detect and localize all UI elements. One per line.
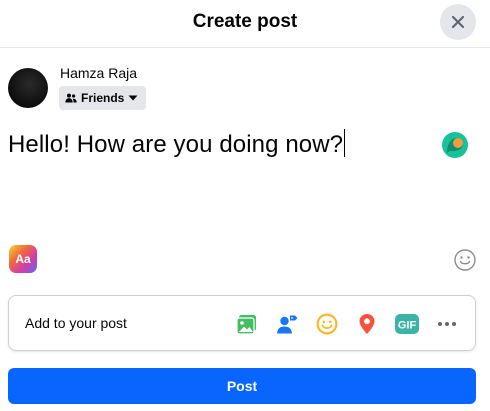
photo-video-button[interactable] xyxy=(229,308,265,340)
dialog-title: Create post xyxy=(192,11,298,32)
audience-selector[interactable]: Friends xyxy=(59,86,147,110)
author-name: Hamza Raja xyxy=(60,65,138,81)
emoji-picker-button[interactable] xyxy=(454,249,476,271)
grammarly-button[interactable] xyxy=(441,131,469,159)
audience-label: Friends xyxy=(81,91,125,105)
caret-down-icon xyxy=(128,95,138,101)
check-in-icon xyxy=(359,314,375,334)
feeling-activity-icon xyxy=(316,313,338,335)
gif-button[interactable]: GIF xyxy=(389,308,425,340)
smiley-icon xyxy=(454,249,476,271)
photo-video-icon xyxy=(236,315,256,335)
check-in-button[interactable] xyxy=(349,308,385,340)
text-caret xyxy=(344,129,346,157)
avatar[interactable] xyxy=(8,68,48,108)
friends-icon xyxy=(65,93,77,103)
more-options-button[interactable] xyxy=(429,308,465,340)
post-text: Hello! How are you doing now? xyxy=(8,131,344,158)
svg-text:GIF: GIF xyxy=(398,320,417,332)
add-to-post-panel: Add to your post GIF xyxy=(8,295,476,351)
add-to-post-icons: GIF xyxy=(229,308,465,340)
tag-people-button[interactable] xyxy=(269,308,305,340)
background-picker-button[interactable]: Aa xyxy=(9,245,37,273)
add-to-post-label: Add to your post xyxy=(25,315,127,331)
gif-icon: GIF xyxy=(395,314,419,334)
dialog-header: Create post xyxy=(0,0,490,48)
background-picker-label: Aa xyxy=(15,252,31,266)
post-button[interactable]: Post xyxy=(8,368,476,404)
close-icon xyxy=(451,15,465,29)
grammarly-icon xyxy=(442,132,468,158)
tag-people-icon xyxy=(277,315,298,334)
feeling-activity-button[interactable] xyxy=(309,308,345,340)
post-text-input[interactable]: Hello! How are you doing now? xyxy=(8,129,346,159)
more-icon xyxy=(438,322,456,326)
close-button[interactable] xyxy=(440,4,476,40)
